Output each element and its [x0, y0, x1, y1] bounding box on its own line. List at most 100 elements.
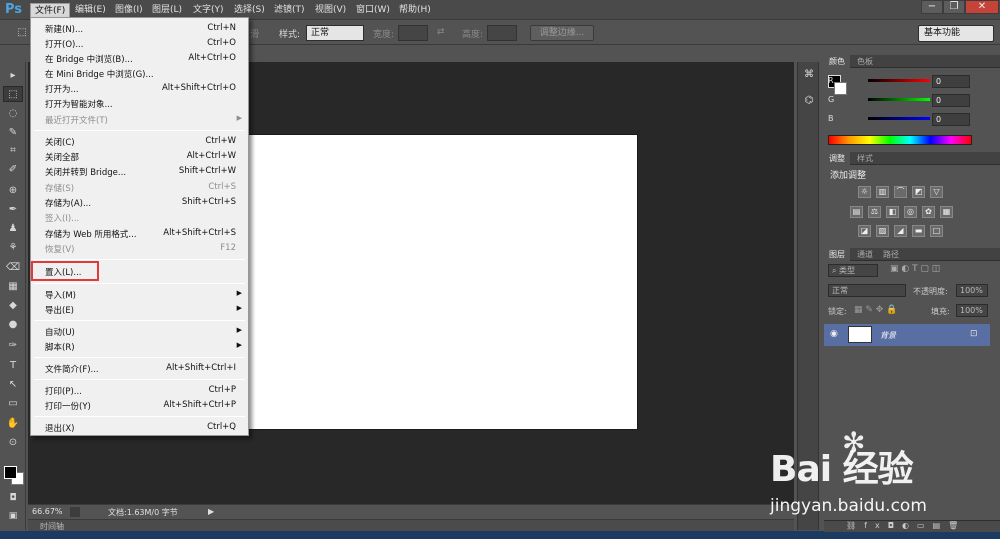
channel-mixer-icon[interactable]: ✿	[922, 206, 935, 218]
menu-layer[interactable]: 图层(L)	[148, 3, 186, 18]
brush-tool-icon[interactable]: ✒	[3, 202, 23, 218]
blend-mode-select[interactable]: 正常	[828, 284, 906, 297]
menu-item-save[interactable]: 存储(S) Ctrl+S	[31, 180, 248, 195]
menu-window[interactable]: 窗口(W)	[352, 3, 394, 18]
tab-swatches[interactable]: 色板	[852, 55, 878, 68]
menu-item-exit[interactable]: 退出(X) Ctrl+Q	[31, 420, 248, 435]
menu-filter[interactable]: 滤镜(T)	[270, 3, 309, 18]
blur-tool-icon[interactable]: ◆	[3, 298, 23, 314]
restore-button[interactable]: ❐	[943, 0, 965, 14]
black-white-icon[interactable]: ◧	[886, 206, 899, 218]
tab-channels[interactable]: 通道	[852, 248, 878, 261]
marquee-tool-icon[interactable]: ⬚	[3, 86, 23, 102]
tab-layers[interactable]: 图层	[824, 248, 850, 261]
menu-item-save-as[interactable]: 存储为(A)... Shift+Ctrl+S	[31, 195, 248, 210]
lock-icons[interactable]: ▦ ✎ ✥ 🔒	[854, 305, 897, 315]
menu-item-revert[interactable]: 恢复(V) F12	[31, 241, 248, 256]
minimize-button[interactable]: −	[921, 0, 943, 14]
visibility-eye-icon[interactable]: ◉	[830, 329, 838, 339]
quick-select-tool-icon[interactable]: ✎	[3, 125, 23, 141]
opacity-input[interactable]: 100%	[956, 284, 988, 297]
menu-item-check-in[interactable]: 签入(I)...	[31, 210, 248, 225]
menu-image[interactable]: 图像(I)	[111, 3, 147, 18]
menu-item-close[interactable]: 关闭(C) Ctrl+W	[31, 134, 248, 149]
history-panel-icon[interactable]: ⌘	[801, 68, 817, 82]
menu-item-open[interactable]: 打开(O)... Ctrl+O	[31, 36, 248, 51]
tab-adjustments[interactable]: 调整	[824, 152, 850, 165]
curves-icon[interactable]: ⌒	[894, 186, 907, 198]
menu-item-browse-bridge[interactable]: 在 Bridge 中浏览(B)... Alt+Ctrl+O	[31, 51, 248, 66]
status-icon[interactable]	[70, 507, 80, 517]
menu-file[interactable]: 文件(F)	[30, 3, 71, 18]
move-tool-icon[interactable]: ▸	[3, 68, 23, 84]
menu-item-close-all[interactable]: 关闭全部 Alt+Ctrl+W	[31, 149, 248, 164]
dodge-tool-icon[interactable]: ●	[3, 317, 23, 333]
menu-view[interactable]: 视图(V)	[311, 3, 350, 18]
menu-item-import[interactable]: 导入(M) ▶	[31, 287, 248, 302]
invert-icon[interactable]: ◪	[858, 225, 871, 237]
green-slider[interactable]	[868, 98, 930, 101]
threshold-icon[interactable]: ◢	[894, 225, 907, 237]
blue-value[interactable]: 0	[932, 113, 970, 126]
workspace-select[interactable]: 基本功能	[918, 25, 994, 42]
rectangle-tool-icon[interactable]: ▭	[3, 396, 23, 412]
vibrance-icon[interactable]: ▽	[930, 186, 943, 198]
layers-footer-icons[interactable]: ⛓fx◘◐▭▤🗑	[846, 521, 966, 530]
menu-type[interactable]: 文字(Y)	[189, 3, 228, 18]
menu-item-print[interactable]: 打印(P)... Ctrl+P	[31, 383, 248, 398]
refine-edge-button[interactable]: 调整边缘...	[530, 25, 594, 41]
photo-filter-icon[interactable]: ◎	[904, 206, 917, 218]
hand-tool-icon[interactable]: ✋	[3, 416, 23, 432]
gradient-tool-icon[interactable]: ▦	[3, 279, 23, 295]
zoom-tool-icon[interactable]: ⊙	[3, 435, 23, 451]
levels-icon[interactable]: ▥	[876, 186, 889, 198]
menu-item-scripts[interactable]: 脚本(R) ▶	[31, 339, 248, 354]
brightness-icon[interactable]: ☼	[858, 186, 871, 198]
swap-icon[interactable]: ⇄	[437, 27, 445, 37]
menu-item-print-one-copy[interactable]: 打印一份(Y) Alt+Shift+Ctrl+P	[31, 398, 248, 413]
eyedropper-tool-icon[interactable]: ✐	[3, 162, 23, 178]
menu-item-save-for-web[interactable]: 存储为 Web 所用格式... Alt+Shift+Ctrl+S	[31, 226, 248, 241]
eraser-tool-icon[interactable]: ⌫	[3, 260, 23, 276]
color-spectrum[interactable]	[828, 135, 972, 145]
posterize-icon[interactable]: ▨	[876, 225, 889, 237]
height-input[interactable]	[487, 25, 517, 41]
type-tool-icon[interactable]: T	[3, 358, 23, 374]
style-select[interactable]: 正常	[306, 25, 364, 41]
menu-item-automate[interactable]: 自动(U) ▶	[31, 324, 248, 339]
color-lookup-icon[interactable]: ▦	[940, 206, 953, 218]
document-canvas[interactable]	[248, 135, 637, 429]
tab-paths[interactable]: 路径	[878, 248, 904, 261]
properties-panel-icon[interactable]: ⌬	[801, 94, 817, 108]
layer-filter-icons[interactable]: ▣ ◐ T ▢ ◫	[890, 264, 940, 274]
lasso-tool-icon[interactable]: ◌	[3, 106, 23, 122]
red-slider[interactable]	[868, 79, 930, 82]
layer-row-background[interactable]: ◉ 背景 ⊡	[824, 324, 990, 346]
menu-item-open-as[interactable]: 打开为... Alt+Shift+Ctrl+O	[31, 81, 248, 96]
menu-item-export[interactable]: 导出(E) ▶	[31, 302, 248, 317]
menu-item-close-go-bridge[interactable]: 关闭并转到 Bridge... Shift+Ctrl+W	[31, 164, 248, 179]
zoom-level[interactable]: 66.67%	[32, 507, 63, 516]
marquee-tool-preset-icon[interactable]: ⬚	[12, 25, 32, 41]
gradient-map-icon[interactable]: ▬	[912, 225, 925, 237]
crop-tool-icon[interactable]: ⌗	[3, 143, 23, 159]
status-menu-arrow[interactable]: ▶	[208, 507, 214, 516]
hue-saturation-icon[interactable]: ▤	[850, 206, 863, 218]
fill-input[interactable]: 100%	[956, 304, 988, 317]
tab-styles[interactable]: 样式	[852, 152, 878, 165]
red-value[interactable]: 0	[932, 75, 970, 88]
layer-kind-filter[interactable]: ⌕ 类型	[828, 264, 878, 277]
menu-item-browse-mini-bridge[interactable]: 在 Mini Bridge 中浏览(G)...	[31, 66, 248, 81]
menu-item-new[interactable]: 新建(N)... Ctrl+N	[31, 21, 248, 36]
screen-mode-icon[interactable]: ▣	[3, 508, 23, 524]
menu-help[interactable]: 帮助(H)	[395, 3, 435, 18]
selective-color-icon[interactable]: □	[930, 225, 943, 237]
color-balance-icon[interactable]: ⚖	[868, 206, 881, 218]
exposure-icon[interactable]: ◩	[912, 186, 925, 198]
menu-item-recent-files[interactable]: 最近打开文件(T) ▶	[31, 112, 248, 127]
healing-brush-tool-icon[interactable]: ⊕	[3, 183, 23, 199]
menu-item-open-smart-object[interactable]: 打开为智能对象...	[31, 96, 248, 111]
menu-select[interactable]: 选择(S)	[230, 3, 269, 18]
close-button[interactable]: ✕	[965, 0, 999, 14]
menu-item-file-info[interactable]: 文件简介(F)... Alt+Shift+Ctrl+I	[31, 361, 248, 376]
